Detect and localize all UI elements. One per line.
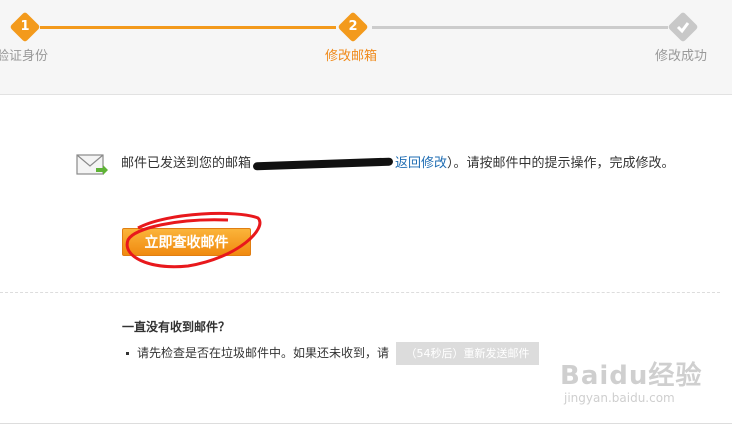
watermark-sub: jingyan.baidu.com	[564, 391, 675, 405]
section-divider	[0, 292, 720, 293]
progress-steps: 1 2 验证身份 修改邮箱 修改成功	[0, 0, 732, 95]
step-3-label: 修改成功	[655, 49, 708, 64]
progress-line-todo	[372, 26, 668, 29]
step-1-label: 验证身份	[0, 49, 49, 64]
mail-icon	[76, 154, 108, 175]
step-3-marker	[667, 11, 699, 43]
bottom-border	[0, 423, 732, 424]
notice-suffix: ）。请按邮件中的提示操作，完成修改。	[447, 156, 675, 171]
help-item-text: 请先检查是否在垃圾邮件中。如果还未收到，请	[137, 346, 390, 360]
redacted-email	[252, 157, 394, 170]
baidu-jingyan-watermark: Baidu经验 jingyan.baidu.com	[560, 355, 710, 415]
progress-line-done	[40, 26, 336, 29]
check-icon	[676, 22, 690, 34]
bullet-dot	[126, 352, 129, 355]
step-2-marker: 2	[337, 11, 369, 43]
resend-mail-button[interactable]: （54秒后）重新发送邮件	[396, 342, 539, 365]
back-to-edit-link[interactable]: 返回修改	[395, 156, 447, 171]
help-item: 请先检查是否在垃圾邮件中。如果还未收到，请	[126, 345, 389, 361]
step-1-number: 1	[20, 19, 30, 34]
email-sent-notice: 邮件已发送到您的邮箱 返回修改）。请按邮件中的提示操作，完成修改。	[121, 153, 711, 175]
step-2-number: 2	[348, 19, 358, 34]
notice-prefix: 邮件已发送到您的邮箱	[121, 156, 252, 171]
step-2-label: 修改邮箱	[325, 49, 378, 64]
watermark-main: Baidu经验	[560, 361, 703, 391]
step-1-marker: 1	[9, 11, 41, 43]
red-circle-annotation	[125, 211, 262, 269]
help-title: 一直没有收到邮件？	[122, 320, 231, 334]
